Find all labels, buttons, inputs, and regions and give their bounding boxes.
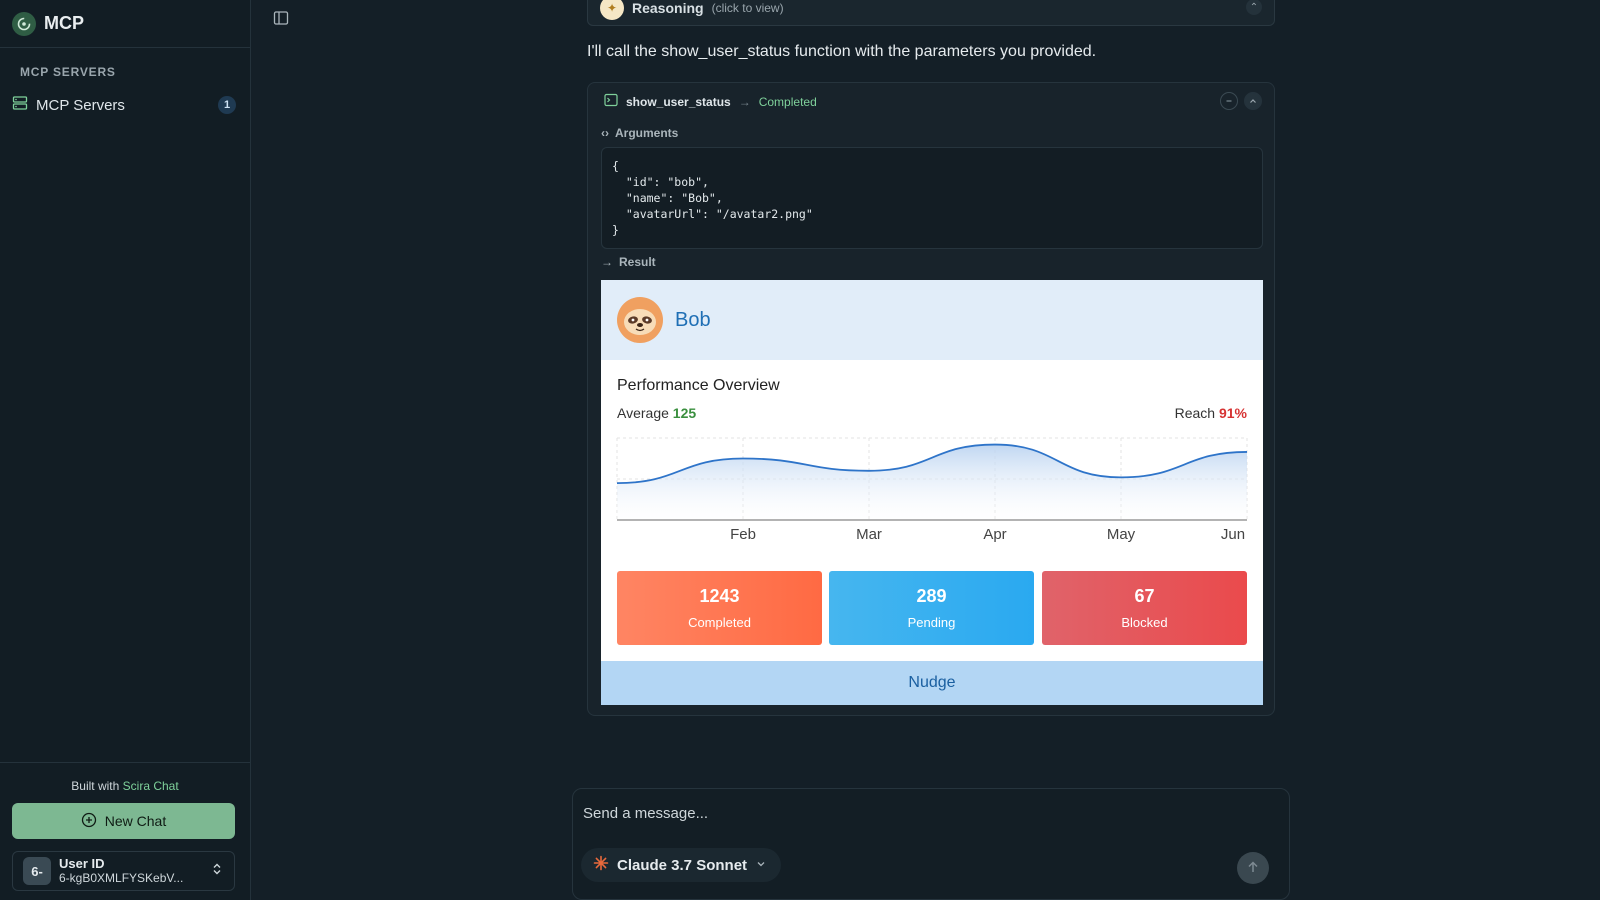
- result-label-text: Result: [619, 255, 656, 269]
- new-chat-button[interactable]: New Chat: [12, 803, 235, 839]
- sidebar-item-mcp-servers[interactable]: MCP Servers 1: [12, 94, 236, 116]
- arguments-label-text: Arguments: [615, 126, 679, 140]
- average-value: 125: [672, 405, 697, 421]
- terminal-icon: [604, 93, 618, 112]
- message-input[interactable]: [583, 801, 1223, 825]
- user-name: Bob: [675, 308, 711, 331]
- status-check-icon[interactable]: [1220, 92, 1238, 110]
- arguments-code: { "id": "bob", "name": "Bob", "avatarUrl…: [601, 147, 1263, 249]
- arrow-right-icon: →: [738, 95, 751, 109]
- chart-tick-label: May: [1107, 526, 1136, 543]
- sidebar-footer: Built with Scira Chat New Chat 6- User I…: [0, 762, 250, 900]
- avatar: 6-: [23, 857, 51, 885]
- result-label: → Result: [601, 255, 656, 269]
- tool-call-card: show_user_status → Completed ‹› Argument…: [587, 82, 1275, 716]
- user-header: Bob: [601, 280, 1263, 360]
- assistant-message: I'll call the show_user_status function …: [587, 43, 1097, 60]
- server-icon: [12, 95, 28, 116]
- mcp-logo-icon: [12, 11, 36, 36]
- stat-blocked[interactable]: 67 Blocked: [1042, 571, 1247, 645]
- average-metric: Average 125: [617, 405, 696, 421]
- built-with-prefix: Built with: [71, 779, 120, 793]
- arguments-label: ‹› Arguments: [601, 126, 678, 140]
- new-chat-label: New Chat: [104, 813, 167, 829]
- user-info: User ID 6-kgB0XMLFYSKebV...: [59, 856, 202, 886]
- chevron-up-icon[interactable]: ⌃: [1246, 0, 1262, 15]
- chart-tick-label: Jun: [1221, 526, 1245, 543]
- reach-metric: Reach 91%: [1175, 405, 1247, 421]
- reasoning-hint: (click to view): [711, 1, 784, 15]
- stat-pending[interactable]: 289 Pending: [829, 571, 1034, 645]
- arrow-right-icon: →: [601, 255, 613, 269]
- chart-tick-label: Feb: [730, 526, 756, 543]
- anthropic-spark-icon: [593, 855, 609, 875]
- sloth-avatar-icon: [617, 297, 663, 343]
- chart-title: Performance Overview: [617, 377, 780, 394]
- model-selector[interactable]: Claude 3.7 Sonnet: [581, 848, 782, 882]
- user-menu[interactable]: 6- User ID 6-kgB0XMLFYSKebV...: [12, 851, 235, 891]
- average-label: Average: [617, 405, 669, 421]
- chevron-up-down-icon: [210, 862, 224, 881]
- chart-tick-label: Apr: [983, 526, 1006, 543]
- count-badge: 1: [218, 96, 236, 114]
- stat-value: 67: [1134, 586, 1155, 606]
- collapse-chevron-icon[interactable]: [1244, 92, 1262, 110]
- stat-value: 289: [916, 586, 947, 606]
- sidebar-toggle-icon[interactable]: [273, 10, 291, 28]
- tool-call-header: show_user_status → Completed: [604, 93, 817, 111]
- sidebar: MCP MCP SERVERS MCP Servers 1 Built with…: [0, 0, 251, 900]
- status-badge: Completed: [758, 95, 817, 109]
- performance-chart: Feb Mar Apr May Jun: [616, 437, 1248, 543]
- stat-value: 1243: [699, 586, 740, 606]
- stat-completed[interactable]: 1243 Completed: [617, 571, 822, 645]
- chevron-down-icon: [755, 857, 767, 874]
- user-id: 6-kgB0XMLFYSKebV...: [59, 871, 184, 885]
- stat-label: Blocked: [1121, 615, 1168, 630]
- stat-label: Pending: [907, 615, 956, 630]
- reasoning-toggle[interactable]: ✦ Reasoning (click to view) ⌃: [587, 0, 1275, 26]
- message-composer: Claude 3.7 Sonnet: [572, 788, 1290, 900]
- lightbulb-icon: ✦: [600, 0, 624, 20]
- scira-chat-link[interactable]: Scira Chat: [123, 779, 179, 793]
- send-button[interactable]: [1237, 852, 1269, 884]
- tool-name: show_user_status: [626, 95, 731, 109]
- built-with-text: Built with Scira Chat: [0, 779, 250, 793]
- model-label: Claude 3.7 Sonnet: [617, 856, 748, 874]
- chart-tick-label: Mar: [856, 526, 882, 543]
- nudge-button[interactable]: Nudge: [601, 661, 1263, 705]
- stat-label: Completed: [688, 615, 751, 630]
- reach-label: Reach: [1174, 405, 1216, 421]
- tool-actions: [1220, 92, 1262, 110]
- user-title: User ID: [59, 856, 105, 871]
- plus-circle-icon: [81, 812, 97, 831]
- reasoning-title: Reasoning: [632, 0, 704, 16]
- chart-area-fill: [617, 444, 1247, 520]
- app-title: MCP: [44, 13, 84, 33]
- code-icon: ‹›: [601, 126, 609, 140]
- sidebar-item-label: MCP Servers: [36, 96, 125, 114]
- user-status-widget: Bob Performance Overview Average 125 Rea…: [601, 280, 1263, 705]
- brand[interactable]: MCP: [0, 0, 250, 48]
- arrow-up-icon: [1246, 860, 1260, 877]
- section-label: MCP SERVERS: [20, 65, 116, 79]
- reach-value: 91%: [1218, 405, 1247, 421]
